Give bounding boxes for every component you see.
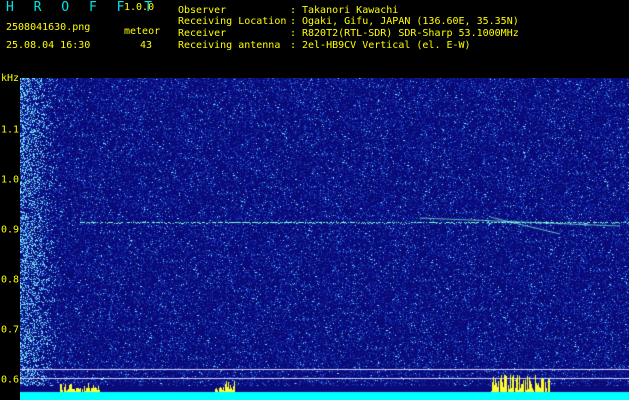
meteor-label: meteor bbox=[124, 26, 161, 37]
y-tick-label: 0.7 bbox=[1, 324, 20, 336]
antenna-label: Receiving antenna bbox=[178, 40, 281, 51]
location-separator: : bbox=[290, 16, 297, 27]
y-axis-unit: kHz bbox=[1, 73, 20, 84]
receiver-label: Receiver bbox=[178, 28, 227, 39]
y-tick-label: 0.6 bbox=[1, 374, 20, 386]
app-version: 1.0.0 bbox=[124, 2, 155, 13]
meteor-count: 43 bbox=[140, 40, 153, 51]
file-name: 2508041630.png bbox=[6, 22, 91, 33]
antenna-value: 2el-HB9CV Vertical (el. E-W) bbox=[302, 40, 471, 51]
observer-label: Observer bbox=[178, 5, 227, 16]
y-tick-label: 0.9 bbox=[1, 224, 20, 236]
receiver-separator: : bbox=[290, 28, 297, 39]
y-tick-label: 0.8 bbox=[1, 274, 20, 286]
observer-separator: : bbox=[290, 5, 297, 16]
antenna-separator: : bbox=[290, 40, 297, 51]
spectrogram-canvas bbox=[20, 78, 629, 400]
receiver-value: R820T2(RTL-SDR) SDR-Sharp 53.1000MHz bbox=[302, 28, 519, 39]
y-tick-label: 1.1 bbox=[1, 124, 20, 136]
observer-value: Takanori Kawachi bbox=[302, 5, 399, 16]
y-tick-label: 1.0 bbox=[1, 174, 20, 186]
location-value: Ogaki, Gifu, JAPAN (136.60E, 35.35N) bbox=[302, 16, 519, 27]
location-label: Receiving Location bbox=[178, 16, 287, 27]
date-time: 25.08.04 16:30 bbox=[6, 40, 91, 51]
spectrogram-plot bbox=[20, 78, 629, 400]
